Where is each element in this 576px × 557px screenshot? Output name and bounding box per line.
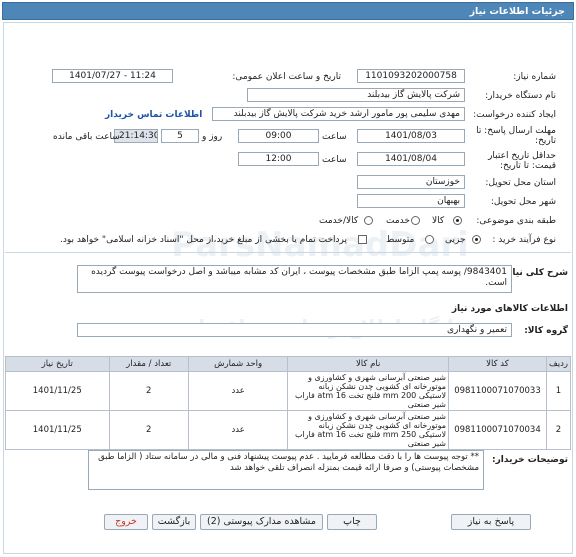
col-row: ردیف — [545, 356, 572, 372]
watermark-line1: ParsNamadDari — [171, 225, 469, 265]
reply-deadline-time-label: ساعت — [322, 132, 347, 142]
treasury-payment-checkbox[interactable] — [358, 235, 367, 244]
table-row: 2 0981100071070034 شیر صنعتی آبرسانی شهر… — [5, 410, 572, 450]
price-validity-date: 1401/08/04 — [357, 152, 465, 166]
category-radio-goods[interactable] — [453, 216, 462, 225]
cell-date: 1401/11/25 — [5, 410, 110, 450]
print-button[interactable]: چاپ — [327, 514, 377, 530]
attachments-button[interactable]: مشاهده مدارک پیوستی (2) — [200, 514, 323, 530]
cell-qty: 2 — [108, 371, 189, 411]
city-field: بهبهان — [357, 194, 465, 208]
need-number-label: شماره نیاز: — [513, 72, 556, 82]
description-box: 9843401/ پوسه پمپ الزاما طبق مشخصات پیوس… — [77, 265, 512, 293]
city-label: شهر محل تحویل: — [490, 197, 556, 207]
category-option-goods: کالا — [432, 216, 445, 226]
cell-row: 1 — [545, 371, 572, 411]
province-label: استان محل تحویل: — [485, 178, 556, 188]
process-label: نوع فرآیند خرید : — [492, 235, 556, 245]
exit-button[interactable]: خروج — [104, 514, 148, 530]
process-option-medium: متوسط — [386, 235, 415, 245]
divider — [5, 252, 571, 253]
page-title: جزئیات اطلاعات نیاز — [469, 6, 565, 17]
back-button[interactable]: بازگشت — [152, 514, 196, 530]
price-validity-label: حداقل تاریخ اعتبار قیمت: تا تاریخ: — [488, 151, 556, 171]
buyer-notes-label: توضیحات خریدار: — [492, 455, 568, 465]
col-code: کد کالا — [448, 356, 547, 372]
process-option-minor: جزیی — [445, 235, 466, 245]
process-radio-medium[interactable] — [425, 235, 434, 244]
goods-section-title: اطلاعات کالاهای مورد نیاز — [451, 304, 568, 314]
process-radio-minor[interactable] — [472, 235, 481, 244]
table-row: 1 0981100071070033 شیر صنعتی آبرسانی شهر… — [5, 371, 572, 411]
reply-deadline-time: 09:00 — [238, 129, 319, 143]
col-name: نام کالا — [287, 356, 450, 372]
cell-unit: عدد — [187, 410, 289, 450]
category-label: طبقه بندی موضوعی: — [476, 216, 556, 226]
cell-qty: 2 — [108, 410, 189, 450]
col-unit: واحد شمارش — [187, 356, 289, 372]
description-label: شرح کلی نیاز: — [503, 268, 568, 278]
reply-deadline-date: 1401/08/03 — [357, 129, 465, 143]
page-header: جزئیات اطلاعات نیاز — [2, 2, 574, 20]
category-radio-service[interactable] — [411, 216, 420, 225]
price-validity-time: 12:00 — [238, 152, 319, 166]
goods-table-header: ردیف کد کالا نام کالا واحد شمارش تعداد /… — [5, 356, 572, 372]
days-field: 5 — [161, 129, 199, 143]
cell-date: 1401/11/25 — [5, 371, 110, 411]
cell-name: شیر صنعتی آبرسانی شهری و کشاورزی و موتور… — [287, 371, 450, 411]
announce-field: 1401/07/27 - 11:24 — [52, 69, 173, 83]
province-field: خوزستان — [357, 175, 465, 189]
buyer-org-label: نام دستگاه خریدار: — [485, 91, 556, 101]
remaining-time-field: 21:14:30 — [114, 129, 158, 143]
price-validity-time-label: ساعت — [322, 155, 347, 165]
reply-button[interactable]: پاسخ به نیاز — [451, 514, 531, 530]
cell-name: شیر صنعتی آبرسانی شهری و کشاورزی و موتور… — [287, 410, 450, 450]
announce-label: تاریخ و ساعت اعلان عمومی: — [232, 72, 341, 82]
goods-group-field: تعمیر و نگهداری — [77, 323, 512, 337]
category-option-service: خدمت — [386, 216, 410, 226]
reply-deadline-label: مهلت ارسال پاسخ: تا تاریخ: — [476, 126, 556, 146]
goods-group-label: گروه کالا: — [524, 326, 568, 336]
category-radio-goods-service[interactable] — [364, 216, 373, 225]
days-label: روز و — [202, 132, 223, 142]
cell-unit: عدد — [187, 371, 289, 411]
col-date: تاریخ نیاز — [5, 356, 110, 372]
buyer-contact-link[interactable]: اطلاعات تماس خریدار — [105, 110, 202, 120]
cell-code: 0981100071070033 — [448, 371, 547, 411]
requester-label: ایجاد کننده درخواست: — [473, 110, 556, 120]
remaining-time-label: ساعت باقی مانده — [53, 132, 120, 142]
treasury-payment-note: پرداخت تمام یا بخشی از مبلغ خرید،از محل … — [60, 235, 348, 245]
buyer-notes-box: ** توجه پیوست ها را با دقت مطالعه فرمایی… — [88, 450, 484, 490]
goods-table: ردیف کد کالا نام کالا واحد شمارش تعداد /… — [5, 356, 572, 450]
requester-field: مهدی سلیمی پور مامور ارشد خرید شرکت پالا… — [212, 107, 465, 121]
col-qty: تعداد / مقدار — [108, 356, 189, 372]
cell-row: 2 — [545, 410, 572, 450]
need-number-field: 1101093202000758 — [357, 69, 465, 83]
category-option-goods-service: کالا/خدمت — [319, 216, 359, 226]
cell-code: 0981100071070034 — [448, 410, 547, 450]
buyer-org-field: شرکت پالایش گاز بیدبلند — [247, 88, 465, 102]
